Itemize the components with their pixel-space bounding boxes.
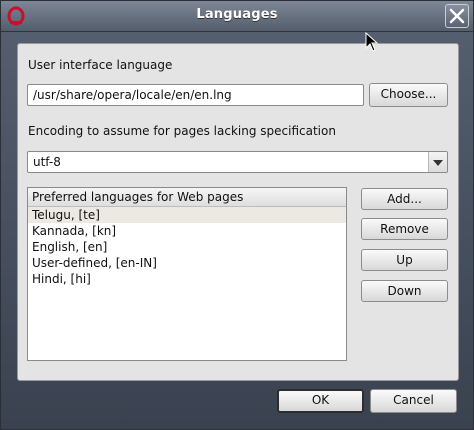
encoding-value: utf-8 xyxy=(33,155,61,169)
preferred-languages-list[interactable]: Preferred languages for Web pages Telugu… xyxy=(27,187,347,361)
title-bar[interactable]: Languages xyxy=(1,1,473,32)
close-button[interactable] xyxy=(445,4,469,28)
list-item-hindi[interactable]: Hindi, [hi] xyxy=(28,271,346,287)
chevron-down-icon[interactable] xyxy=(428,152,447,172)
mouse-pointer-icon xyxy=(365,32,379,52)
list-header[interactable]: Preferred languages for Web pages xyxy=(28,188,346,207)
dialog-content: User interface language /usr/share/opera… xyxy=(17,43,459,381)
encoding-label: Encoding to assume for pages lacking spe… xyxy=(28,124,336,138)
list-item-english[interactable]: English, [en] xyxy=(28,239,346,255)
list-item-telugu[interactable]: Telugu, [te] xyxy=(28,207,346,223)
up-button[interactable]: Up xyxy=(361,249,448,271)
languages-dialog: Languages User interface language /usr/s… xyxy=(0,0,474,430)
remove-button[interactable]: Remove xyxy=(361,218,448,240)
down-button[interactable]: Down xyxy=(361,280,448,302)
ok-button[interactable]: OK xyxy=(277,389,364,413)
add-button[interactable]: Add... xyxy=(361,188,448,210)
choose-button[interactable]: Choose... xyxy=(369,83,448,107)
ui-language-path-field[interactable]: /usr/share/opera/locale/en/en.lng xyxy=(27,84,364,106)
encoding-combobox[interactable]: utf-8 xyxy=(27,151,448,173)
ui-language-label: User interface language xyxy=(28,58,173,72)
cancel-button[interactable]: Cancel xyxy=(370,389,457,413)
list-item-kannada[interactable]: Kannada, [kn] xyxy=(28,223,346,239)
close-icon xyxy=(449,8,465,24)
window-title: Languages xyxy=(196,7,278,22)
list-item-user-defined[interactable]: User-defined, [en-IN] xyxy=(28,255,346,271)
